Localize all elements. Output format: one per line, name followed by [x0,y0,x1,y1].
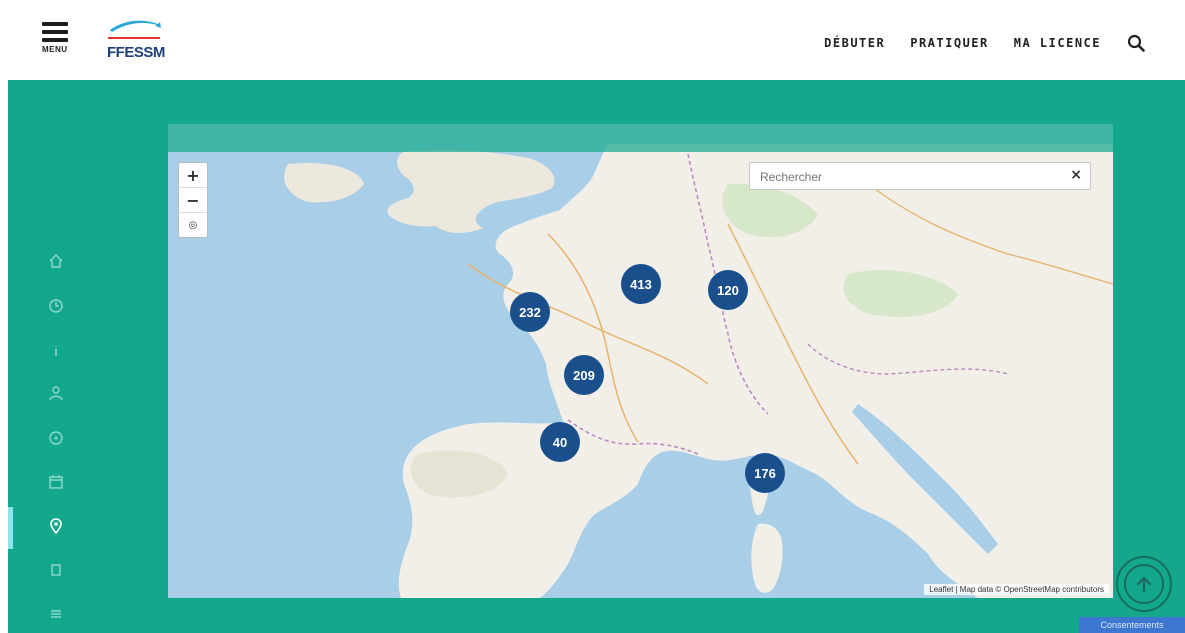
active-rail-indicator [8,507,13,549]
clock-icon[interactable] [48,298,68,318]
main-nav: DÉBUTER PRATIQUER MA LICENCE [799,34,1145,52]
cluster-marker[interactable]: 176 [745,453,785,493]
user-icon[interactable] [48,385,68,405]
cluster-marker[interactable]: 40 [540,422,580,462]
cluster-marker[interactable]: 120 [708,270,748,310]
zoom-out-button[interactable]: − [179,188,207,213]
calendar-icon[interactable] [48,474,68,494]
home-icon[interactable] [48,253,68,273]
map-info-bar [168,124,1113,152]
info-icon[interactable] [48,343,68,363]
back-to-top-button[interactable] [1116,556,1172,612]
menu-button[interactable]: MENU [42,22,70,64]
hamburger-bar [42,30,68,34]
map-search-input[interactable] [758,167,1062,187]
list-icon[interactable] [48,606,68,626]
logo-wave-icon [108,20,161,39]
location-pin-icon[interactable] [48,518,68,538]
cookie-consent-label: Consentements [1100,620,1164,630]
ffessm-logo[interactable]: FFESSM [104,14,174,68]
zoom-in-button[interactable]: + [179,163,207,188]
cluster-marker[interactable]: 209 [564,355,604,395]
compass-icon[interactable] [48,430,68,450]
site-header: MENU FFESSM DÉBUTER PRATIQUER MA LICENCE [0,0,1185,80]
nav-pratiquer[interactable]: PRATIQUER [910,36,989,50]
map-search-box: × [749,162,1091,190]
hamburger-icon [42,22,68,26]
nav-ma-licence[interactable]: MA LICENCE [1014,36,1101,50]
clear-search-button[interactable]: × [1070,167,1082,183]
back-to-top-ring [1124,564,1164,604]
map-canvas[interactable] [168,124,1113,598]
locate-button[interactable]: ◎ [179,213,207,237]
cluster-marker[interactable]: 413 [621,264,661,304]
logo-text: FFESSM [107,44,165,61]
document-icon[interactable] [48,562,68,582]
zoom-control: + − ◎ [178,162,208,238]
menu-label: MENU [42,45,68,54]
hamburger-bar [42,38,68,42]
cookie-consent-tab[interactable]: Consentements [1079,617,1185,633]
search-icon[interactable] [1127,34,1145,52]
map-attribution: Leaflet | Map data © OpenStreetMap contr… [924,584,1109,595]
nav-debuter[interactable]: DÉBUTER [824,36,885,50]
side-rail [40,240,80,633]
cluster-marker[interactable]: 232 [510,292,550,332]
map-panel[interactable]: + − ◎ × 413 120 232 209 40 176 Leaflet |… [168,124,1113,598]
arrow-up-icon [1136,576,1152,593]
